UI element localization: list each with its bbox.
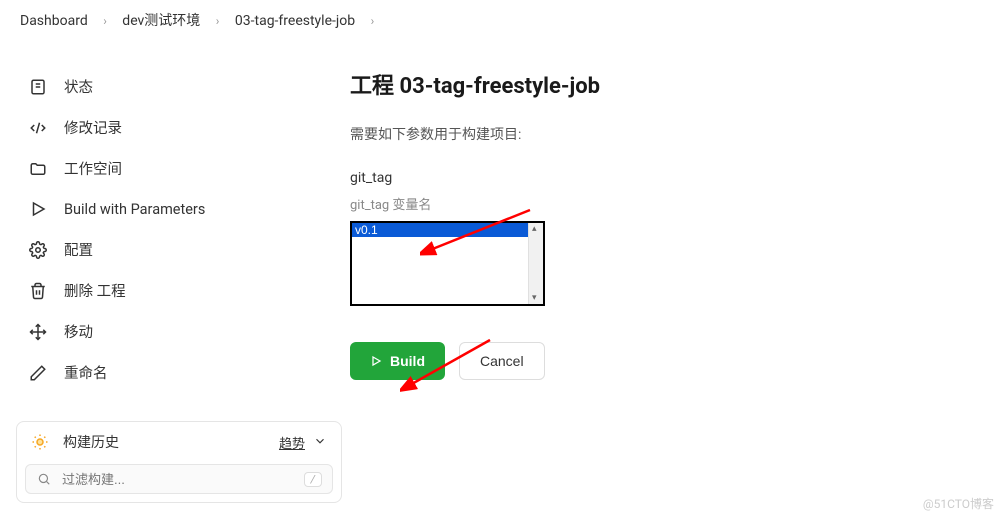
play-icon xyxy=(28,199,48,219)
trend-link[interactable]: 趋势 xyxy=(279,433,305,452)
status-icon xyxy=(28,77,48,97)
build-button[interactable]: Build xyxy=(350,342,445,380)
sidebar-item-move[interactable]: 移动 xyxy=(16,311,340,352)
breadcrumb: Dashboard › dev测试环境 › 03-tag-freestyle-j… xyxy=(0,0,1004,42)
sidebar-item-workspace[interactable]: 工作空间 xyxy=(16,148,340,189)
code-icon xyxy=(28,118,48,138)
sidebar-item-label: 移动 xyxy=(64,321,93,342)
sidebar-item-label: 状态 xyxy=(64,76,93,97)
chevron-right-icon: › xyxy=(95,14,115,28)
sidebar-item-label: 修改记录 xyxy=(64,117,122,138)
main-content: 工程 03-tag-freestyle-job 需要如下参数用于构建项目: gi… xyxy=(340,42,1004,503)
select-option[interactable]: v0.1 xyxy=(352,223,543,237)
build-button-label: Build xyxy=(390,353,425,369)
sidebar-item-build-params[interactable]: Build with Parameters xyxy=(16,189,340,229)
sidebar-item-status[interactable]: 状态 xyxy=(16,66,340,107)
search-icon xyxy=(36,471,52,487)
build-history-card: 构建历史 趋势 / xyxy=(16,421,342,503)
sidebar-item-rename[interactable]: 重命名 xyxy=(16,352,340,393)
param-help: git_tag 变量名 xyxy=(350,194,964,213)
page-description: 需要如下参数用于构建项目: xyxy=(350,124,964,144)
edit-icon xyxy=(28,363,48,383)
page-title: 工程 03-tag-freestyle-job xyxy=(350,68,964,100)
sidebar-item-label: 配置 xyxy=(64,239,93,260)
gear-icon xyxy=(28,240,48,260)
move-icon xyxy=(28,322,48,342)
trash-icon xyxy=(28,281,48,301)
sidebar-item-label: Build with Parameters xyxy=(64,201,205,218)
sidebar-item-label: 工作空间 xyxy=(64,158,122,179)
chevron-right-icon: › xyxy=(363,14,383,28)
build-history-filter[interactable]: / xyxy=(25,464,333,494)
filter-build-input[interactable] xyxy=(62,472,304,487)
kbd-hint: / xyxy=(304,472,322,487)
chevron-down-icon[interactable] xyxy=(313,434,327,451)
folder-icon xyxy=(28,159,48,179)
param-name: git_tag xyxy=(350,170,964,186)
sidebar: 状态 修改记录 工作空间 Build with Parameters 配置 xyxy=(0,42,340,503)
sidebar-item-configure[interactable]: 配置 xyxy=(16,229,340,270)
scrollbar[interactable] xyxy=(528,223,543,304)
breadcrumb-item-env[interactable]: dev测试环境 xyxy=(118,10,204,30)
sidebar-item-changes[interactable]: 修改记录 xyxy=(16,107,340,148)
cancel-button-label: Cancel xyxy=(480,353,524,369)
breadcrumb-item-dashboard[interactable]: Dashboard xyxy=(16,13,92,29)
build-history-title: 构建历史 xyxy=(63,432,279,452)
git-tag-select[interactable]: v0.1 xyxy=(350,221,545,306)
play-icon xyxy=(370,355,382,367)
sidebar-item-delete[interactable]: 删除 工程 xyxy=(16,270,340,311)
sidebar-item-label: 重命名 xyxy=(64,362,108,383)
chevron-right-icon: › xyxy=(208,14,228,28)
breadcrumb-item-job[interactable]: 03-tag-freestyle-job xyxy=(231,13,359,29)
cancel-button[interactable]: Cancel xyxy=(459,342,545,380)
sun-icon xyxy=(31,433,49,451)
sidebar-item-label: 删除 工程 xyxy=(64,280,126,301)
